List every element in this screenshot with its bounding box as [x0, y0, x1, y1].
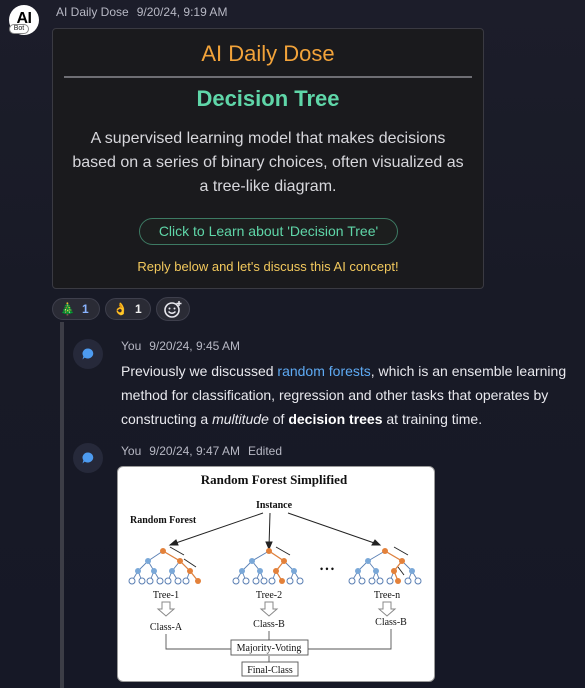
- christmas-tree-icon: 🎄: [60, 302, 75, 316]
- add-reaction-smiley-icon: [164, 301, 182, 318]
- thread-line: [60, 322, 64, 688]
- bot-timestamp: 9/20/24, 9:19 AM: [136, 5, 228, 19]
- learn-more-button[interactable]: Click to Learn about 'Decision Tree': [139, 218, 398, 245]
- reaction-count: 1: [81, 302, 89, 316]
- tree-1-label: Tree-1: [153, 590, 179, 601]
- user-avatar[interactable]: [73, 443, 103, 473]
- tree-n-graphic: [348, 546, 422, 585]
- tree-1-graphic: [128, 546, 201, 585]
- card-title: AI Daily Dose: [201, 41, 335, 66]
- reply-timestamp: 9/20/24, 9:45 AM: [149, 339, 240, 353]
- card-footer: Reply below and let's discuss this AI co…: [137, 259, 399, 274]
- chat-bubble-icon: [82, 452, 94, 464]
- down-arrow-icons: [156, 601, 397, 617]
- edited-label: Edited: [247, 444, 283, 458]
- trees-ellipsis: • • •: [320, 564, 334, 574]
- reply-1-text: Previously we discussed random forests, …: [121, 359, 581, 431]
- text-segment: at training time.: [382, 411, 483, 427]
- random-forest-diagram-image[interactable]: Random Forest Simplified Instance Random…: [117, 466, 435, 682]
- random-forests-link[interactable]: random forests: [277, 363, 370, 379]
- diagram-title: Random Forest Simplified: [201, 472, 348, 487]
- voting-label: Majority-Voting: [237, 643, 302, 654]
- italic-text: multitude: [212, 411, 269, 427]
- final-class-label: Final-Class: [247, 665, 293, 676]
- reply-1-header: You 9/20/24, 9:45 AM: [121, 339, 240, 353]
- random-forest-diagram: Random Forest Simplified Instance Random…: [128, 472, 422, 677]
- ok-hand-icon: 👌: [113, 302, 128, 316]
- bot-badge: Bot: [9, 24, 29, 34]
- bold-text: decision trees: [288, 411, 383, 427]
- text-segment: Previously we discussed: [121, 363, 278, 379]
- instance-arrows: [168, 512, 382, 551]
- card-heading: Decision Tree: [196, 86, 340, 111]
- reply-timestamp: 9/20/24, 9:47 AM: [149, 444, 240, 458]
- user-avatar[interactable]: [73, 339, 103, 369]
- reaction-christmas-tree[interactable]: 🎄 1: [52, 298, 100, 320]
- concept-card: AI Daily Dose Decision Tree A supervised…: [52, 28, 484, 289]
- card-description: A supervised learning model that makes d…: [72, 130, 464, 195]
- tree-n-label: Tree-n: [374, 590, 400, 601]
- class-label-n: Class-B: [375, 617, 407, 628]
- bot-message-header: AI Daily Dose 9/20/24, 9:19 AM: [56, 5, 227, 19]
- reply-author[interactable]: You: [121, 444, 141, 458]
- reply-author[interactable]: You: [121, 339, 141, 353]
- reply-2-header: You 9/20/24, 9:47 AM Edited: [121, 444, 282, 458]
- card-divider: [64, 76, 472, 78]
- reaction-count: 1: [134, 302, 142, 316]
- class-label-2: Class-B: [253, 619, 285, 630]
- chat-bubble-icon: [82, 348, 94, 360]
- bot-name[interactable]: AI Daily Dose: [56, 5, 129, 19]
- diagram-instance-label: Instance: [256, 500, 293, 511]
- tree-2-label: Tree-2: [256, 590, 282, 601]
- tree-2-graphic: [232, 546, 304, 585]
- add-reaction-button[interactable]: [156, 297, 190, 321]
- reaction-ok-hand[interactable]: 👌 1: [105, 298, 151, 320]
- diagram-random-forest-label: Random Forest: [130, 515, 197, 526]
- text-segment: of: [268, 411, 289, 427]
- class-label-1: Class-A: [150, 622, 183, 633]
